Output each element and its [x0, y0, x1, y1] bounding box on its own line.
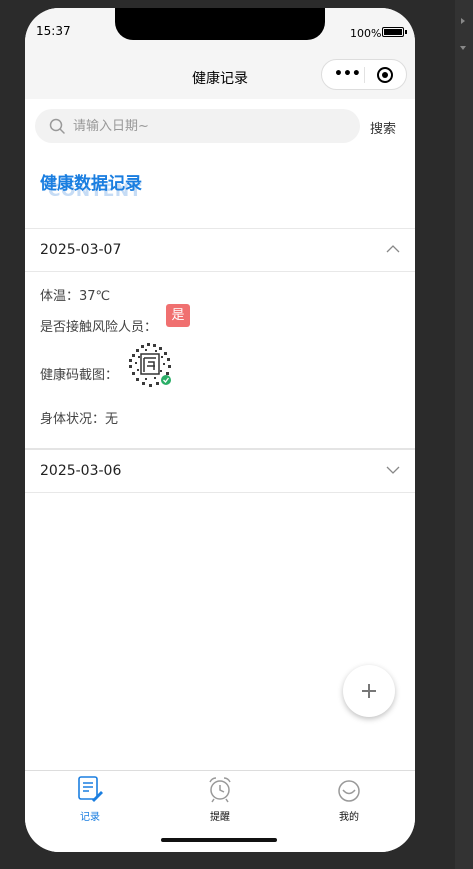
- alarm-clock-icon: [209, 777, 231, 803]
- devtools-sidebar: [455, 0, 473, 869]
- home-indicator: [161, 838, 277, 842]
- date-search-input[interactable]: [73, 117, 343, 135]
- contact-label: 是否接触风险人员：: [40, 320, 158, 335]
- search-button[interactable]: 搜索: [370, 118, 396, 137]
- battery-icon: [382, 27, 407, 37]
- tab-label: 提醒: [210, 812, 230, 823]
- section-header: CONTENT 健康数据记录: [40, 169, 240, 205]
- chevron-down-icon: [386, 466, 400, 474]
- health-code-image[interactable]: [125, 340, 175, 390]
- health-code-label: 健康码截图：: [40, 368, 119, 383]
- add-record-button[interactable]: [343, 665, 395, 717]
- contact-status-badge: 是: [166, 304, 190, 327]
- temperature-label: 体温：: [40, 289, 80, 304]
- condition-label: 身体状况：: [40, 412, 106, 427]
- record-date: 2025-03-07: [40, 242, 122, 258]
- record-date: 2025-03-06: [40, 463, 122, 479]
- device-notch: [115, 8, 325, 40]
- target-icon[interactable]: [377, 67, 393, 83]
- dropdown-arrow-icon[interactable]: [460, 46, 466, 50]
- record-header-1[interactable]: 2025-03-07: [25, 229, 415, 272]
- temperature-value: 37℃: [79, 289, 111, 304]
- record-icon: [78, 776, 103, 802]
- main-content: 搜索 CONTENT 健康数据记录 2025-03-07 体温：37℃ 是否接触…: [25, 99, 415, 770]
- temperature-row: 体温：37℃: [40, 285, 110, 304]
- section-title: 健康数据记录: [40, 174, 142, 194]
- mini-program-capsule: •••: [321, 59, 407, 90]
- chevron-up-icon: [386, 245, 400, 253]
- tab-label: 记录: [80, 812, 100, 823]
- record-header-2[interactable]: 2025-03-06: [25, 450, 415, 493]
- divider: [25, 492, 415, 493]
- condition-row: 身体状况：无: [40, 408, 118, 427]
- tab-label: 我的: [339, 812, 359, 823]
- more-dots-icon[interactable]: •••: [334, 67, 361, 81]
- phone-frame: 15:37 100% 健康记录 ••• 搜索 CONTENT 健康数据记录 20…: [25, 8, 415, 852]
- tab-mine[interactable]: 我的: [309, 775, 389, 825]
- battery-percent: 100%: [350, 27, 382, 40]
- condition-value: 无: [105, 412, 119, 427]
- expand-arrow-icon[interactable]: [461, 18, 465, 24]
- search-icon: [49, 118, 65, 134]
- nav-bar: 健康记录 •••: [25, 52, 415, 99]
- smile-icon: [338, 780, 360, 802]
- tab-records[interactable]: 记录: [50, 775, 130, 825]
- tab-reminders[interactable]: 提醒: [180, 775, 260, 825]
- status-time: 15:37: [36, 24, 71, 38]
- search-bar: [35, 109, 360, 143]
- capsule-divider: [364, 67, 365, 83]
- divider: [25, 271, 415, 272]
